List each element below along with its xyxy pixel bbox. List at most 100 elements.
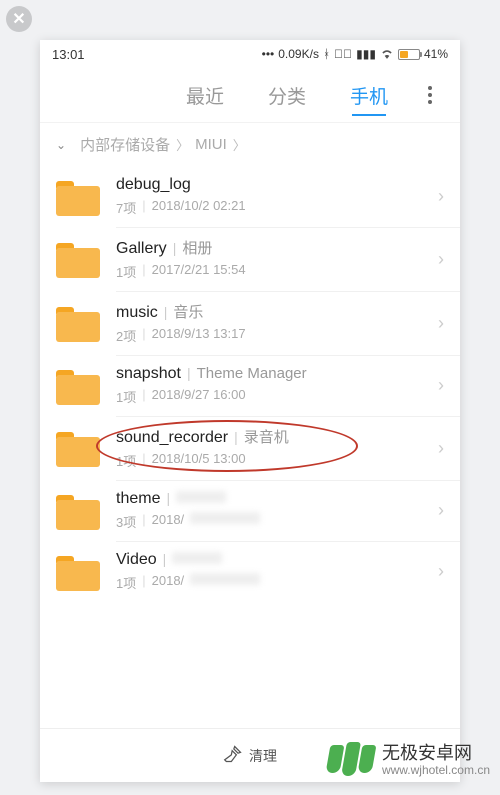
folder-name: sound_recorder xyxy=(116,429,228,447)
list-item-title: Video | xyxy=(116,551,434,569)
list-item-title: theme | xyxy=(116,490,434,508)
separator: | xyxy=(166,490,170,506)
bluetooth-icon: ᚼ xyxy=(323,47,330,61)
chevron-right-icon: › xyxy=(434,313,448,334)
folder-name: debug_log xyxy=(116,176,191,194)
breadcrumb-folder: MIUI xyxy=(195,136,227,153)
list-item-body: sound_recorder | 录音机 1项 | 2018/10/5 13:00 xyxy=(116,426,434,470)
chevron-right-icon: › xyxy=(434,249,448,270)
list-item-body: debug_log 7项 | 2018/10/2 02:21 xyxy=(116,176,434,217)
separator: | xyxy=(142,512,145,531)
list-item-body: theme | 3项 | 2018/ xyxy=(116,490,434,531)
watermark: 无极安卓网 www.wjhotel.com.cn xyxy=(328,744,490,777)
folder-name: Video xyxy=(116,551,157,569)
separator: | xyxy=(164,304,168,320)
chevron-right-icon: › xyxy=(434,500,448,521)
separator: | xyxy=(142,387,145,406)
status-dots: ••• xyxy=(262,47,275,61)
tabs: 最近 分类 手机 xyxy=(40,68,460,122)
folder-icon xyxy=(56,367,100,405)
folder-icon xyxy=(56,178,100,216)
list-item[interactable]: Video | 1项|2018/› xyxy=(40,541,460,602)
item-count: 1项 xyxy=(116,451,136,470)
list-item-title: debug_log xyxy=(116,176,434,194)
breadcrumb[interactable]: ⌄ 内部存储设备 〉 MIUI 〉 xyxy=(40,122,460,166)
folder-icon xyxy=(56,429,100,467)
folder-name: snapshot xyxy=(116,365,181,383)
watermark-logo xyxy=(328,745,374,776)
clean-button-label[interactable]: 清理 xyxy=(249,746,277,766)
signal-icon: ▮▮▮ xyxy=(356,47,376,61)
list-item[interactable]: sound_recorder | 录音机 1项 | 2018/10/5 13:00 › xyxy=(40,416,460,480)
chevron-right-icon: › xyxy=(434,438,448,459)
folder-name: theme xyxy=(116,490,160,508)
battery-icon xyxy=(398,49,420,60)
folder-icon xyxy=(56,553,100,591)
separator: | xyxy=(163,551,167,567)
blurred-text xyxy=(176,491,226,503)
list-item[interactable]: debug_log 7项 | 2018/10/2 02:21 › xyxy=(40,166,460,227)
list-item[interactable]: Gallery | 相册 1项|2017/2/21 15:54› xyxy=(40,227,460,291)
item-date: 2018/ xyxy=(152,573,185,592)
list-item[interactable]: theme | 3项 | 2018/ › xyxy=(40,480,460,541)
item-date: 2018/ xyxy=(152,512,185,531)
tab-phone[interactable]: 手机 xyxy=(328,68,410,122)
list-item-subtitle: 1项|2017/2/21 15:54 xyxy=(116,262,434,281)
list-item-subtitle: 7项 | 2018/10/2 02:21 xyxy=(116,198,434,217)
chevron-right-icon: › xyxy=(434,375,448,396)
item-count: 1项 xyxy=(116,387,136,406)
separator: | xyxy=(173,240,177,256)
net-speed: 0.09K/s xyxy=(278,47,319,61)
separator: | xyxy=(142,326,145,345)
more-icon[interactable] xyxy=(410,86,450,104)
folder-icon xyxy=(56,240,100,278)
status-bar: 13:01 ••• 0.09K/s ᚼ ✕⃒ ▮▮▮ 41% xyxy=(40,40,460,68)
mute-icon: ✕⃒ xyxy=(334,47,352,61)
item-date: 2018/9/27 16:00 xyxy=(152,387,246,406)
list-item-subtitle: 1项 | 2018/9/27 16:00 xyxy=(116,387,434,406)
battery-pct: 41% xyxy=(424,47,448,61)
blurred-text xyxy=(172,552,222,564)
tab-recent[interactable]: 最近 xyxy=(164,68,246,122)
list-item-title: snapshot|Theme Manager xyxy=(116,365,434,383)
phone-frame: 13:01 ••• 0.09K/s ᚼ ✕⃒ ▮▮▮ 41% 最近 分类 手机 … xyxy=(40,40,460,782)
watermark-title: 无极安卓网 xyxy=(382,744,490,764)
folder-name: Gallery xyxy=(116,240,167,258)
list-item[interactable]: music|音乐2项|2018/9/13 13:17› xyxy=(40,291,460,355)
breadcrumb-root: 内部存储设备 xyxy=(80,134,170,155)
separator: | xyxy=(142,451,145,470)
item-count: 1项 xyxy=(116,573,136,592)
status-time: 13:01 xyxy=(52,47,85,62)
separator: | xyxy=(142,198,145,217)
broom-icon[interactable] xyxy=(223,744,243,767)
folder-icon xyxy=(56,304,100,342)
status-right: ••• 0.09K/s ᚼ ✕⃒ ▮▮▮ 41% xyxy=(262,47,448,62)
tab-category[interactable]: 分类 xyxy=(246,68,328,122)
item-count: 7项 xyxy=(116,198,136,217)
folder-alias: 录音机 xyxy=(244,426,289,447)
folder-alias: 音乐 xyxy=(173,301,203,322)
chevron-right-icon: 〉 xyxy=(233,135,246,154)
item-date: 2018/10/2 02:21 xyxy=(152,198,246,217)
chevron-right-icon: › xyxy=(434,186,448,207)
blurred-text xyxy=(190,512,260,524)
folder-icon xyxy=(56,492,100,530)
list-item-title: Gallery | 相册 xyxy=(116,237,434,258)
list-item-subtitle: 1项|2018/ xyxy=(116,573,434,592)
watermark-url: www.wjhotel.com.cn xyxy=(382,764,490,777)
folder-name: music xyxy=(116,304,158,322)
list-item-body: Gallery | 相册 1项|2017/2/21 15:54 xyxy=(116,237,434,281)
separator: | xyxy=(234,429,238,445)
item-count: 3项 xyxy=(116,512,136,531)
item-date: 2018/9/13 13:17 xyxy=(152,326,246,345)
list-item-body: snapshot|Theme Manager 1项 | 2018/9/27 16:00 xyxy=(116,365,434,406)
separator: | xyxy=(142,262,145,281)
list-item[interactable]: snapshot|Theme Manager 1项 | 2018/9/27 16:00… xyxy=(40,355,460,416)
folder-alias: 相册 xyxy=(182,237,212,258)
close-icon[interactable]: ✕ xyxy=(6,6,32,32)
list-item-body: music|音乐2项|2018/9/13 13:17 xyxy=(116,301,434,345)
list-item-title: music | 音乐 xyxy=(116,301,434,322)
chevron-right-icon: › xyxy=(434,561,448,582)
item-date: 2018/10/5 13:00 xyxy=(152,451,246,470)
list-item-title: sound_recorder | 录音机 xyxy=(116,426,434,447)
